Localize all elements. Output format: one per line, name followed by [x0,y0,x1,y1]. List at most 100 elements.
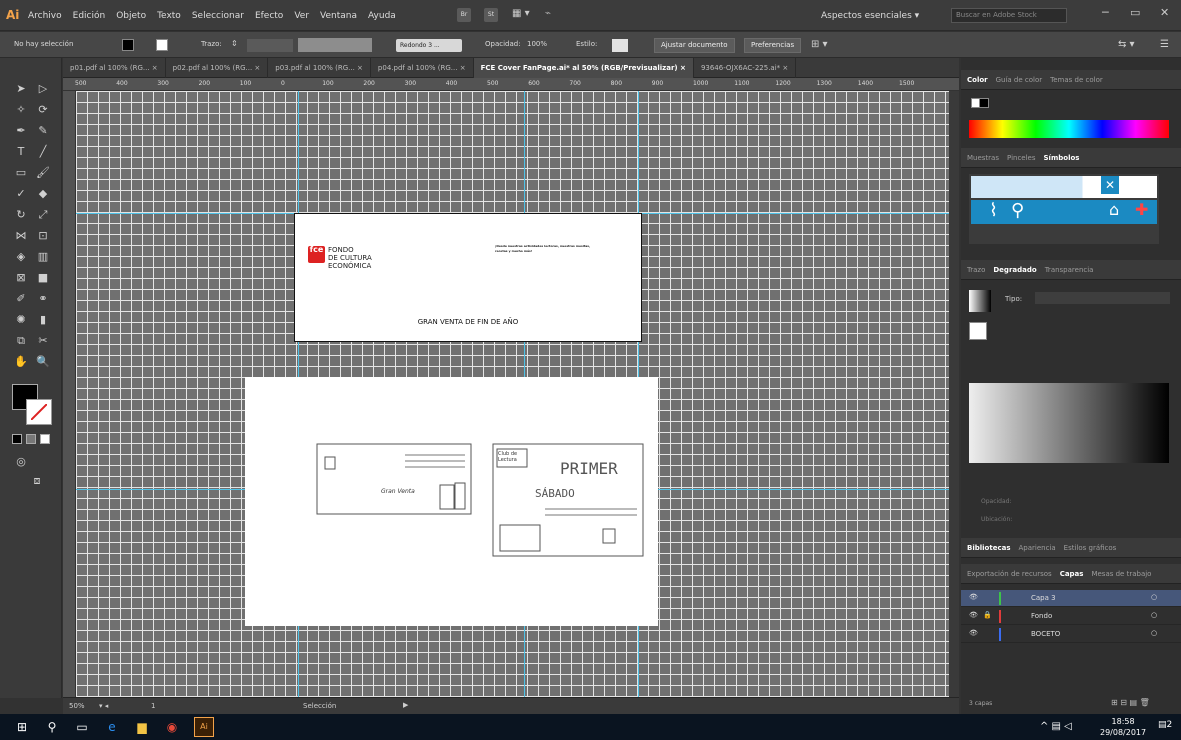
lasso-icon[interactable]: ⟳ [36,103,50,117]
screen-mode-icon[interactable]: ⧈ [30,474,44,488]
search-icon[interactable]: ⚲ [44,719,60,735]
tab-p02[interactable]: p02.pdf al 100% (RG... × [166,58,269,78]
stroke-swatch[interactable] [156,39,168,51]
system-tray-icons[interactable]: ^ ▤ ◁ [1040,721,1072,732]
action-center-icon[interactable]: ▤2 [1158,720,1172,730]
menu-ventana[interactable]: Ventana [320,11,357,21]
layer-name[interactable]: Capa 3 [1031,594,1056,602]
task-view-icon[interactable]: ▭ [74,719,90,735]
curvature-tool-icon[interactable]: ✎ [36,124,50,138]
symbol-sprayer-icon[interactable]: ✺ [14,313,28,327]
hand-tool-icon[interactable]: ✋ [14,355,28,369]
menu-ver[interactable]: Ver [294,11,309,21]
stroke-color-box[interactable] [26,399,52,425]
direct-selection-tool-icon[interactable]: ▷ [36,82,50,96]
tab-93646[interactable]: 93646-OJX6AC-225.ai* × [694,58,797,78]
perspective-grid-icon[interactable]: ▥ [36,250,50,264]
fill-swatch[interactable] [122,39,134,51]
artboard-cover[interactable]: fce FONDO DE CULTURA ECONÓMICA ¡Desde nu… [294,213,642,342]
tab-gradient[interactable]: Degradado [993,266,1036,274]
menu-edicion[interactable]: Edición [73,11,106,21]
type-tool-icon[interactable]: T [14,145,28,159]
panel-menu-icon[interactable]: ☰ [1160,39,1169,50]
width-tool-icon[interactable]: ⋈ [14,229,28,243]
align-icon[interactable]: ⊞ ▾ [811,39,828,50]
gradient-mode-icon[interactable] [26,434,36,444]
bridge-button[interactable]: Br [457,8,471,22]
gradient-tool-icon[interactable]: ■ [36,271,50,285]
tab-artboards[interactable]: Mesas de trabajo [1091,570,1151,578]
tab-brushes[interactable]: Pinceles [1007,154,1036,162]
layer-actions-icon[interactable]: ⊞ ⊟ ▤ 🗑 [1111,698,1150,707]
tab-appearance[interactable]: Apariencia [1019,544,1056,552]
zoom-dropdown-icon[interactable]: ▾ ◂ [99,702,108,710]
blend-tool-icon[interactable]: ⚭ [36,292,50,306]
document-setup-button[interactable]: Ajustar documento [654,38,735,53]
vertical-scrollbar[interactable] [949,91,959,697]
tab-stroke[interactable]: Trazo [967,266,985,274]
color-spectrum[interactable] [969,120,1169,138]
tab-transparency[interactable]: Transparencia [1045,266,1094,274]
target-icon[interactable]: ○ [1151,611,1157,619]
gradient-slider[interactable] [969,383,1169,463]
variable-width-profile[interactable] [298,38,372,52]
stock-button[interactable]: St [484,8,498,22]
gradient-stroke-icon[interactable] [969,322,987,340]
menu-texto[interactable]: Texto [157,11,181,21]
scale-tool-icon[interactable]: ⤢ [36,208,50,222]
chrome-icon[interactable]: ◉ [164,719,180,735]
shaper-tool-icon[interactable]: ✓ [14,187,28,201]
status-arrow-icon[interactable]: ▶ [403,701,408,709]
layer-name[interactable]: Fondo [1031,612,1052,620]
brush-select[interactable]: Redondo 3 ... [396,39,462,52]
none-mode-icon[interactable] [40,434,50,444]
menu-efecto[interactable]: Efecto [255,11,283,21]
line-tool-icon[interactable]: ╱ [36,145,50,159]
symbols-grid[interactable]: ✕ ⌇ ⚲ ⌂ ✚ [969,174,1159,244]
color-stroke-icon[interactable] [979,98,989,108]
artboard-tool-icon[interactable]: ⧉ [14,334,28,348]
close-icon[interactable]: ✕ [1160,6,1169,19]
menu-seleccionar[interactable]: Seleccionar [192,11,244,21]
opacity-value[interactable]: 100% [527,40,547,48]
tab-p03[interactable]: p03.pdf al 100% (RG... × [268,58,371,78]
windows-start-icon[interactable]: ⊞ [14,719,30,735]
layer-row-fondo[interactable]: 👁 🔒 Fondo ○ [961,608,1181,625]
search-symbol-icon[interactable]: ⚲ [1011,200,1024,221]
menu-archivo[interactable]: Archivo [28,11,62,21]
draw-mode-icon[interactable]: ◎ [14,455,28,469]
tab-graphic-styles[interactable]: Estilos gráficos [1064,544,1117,552]
mesh-tool-icon[interactable]: ⊠ [14,271,28,285]
gradient-preview[interactable] [969,290,991,312]
tab-p04[interactable]: p04.pdf al 100% (RG... × [371,58,474,78]
pen-tool-icon[interactable]: ✒ [14,124,28,138]
stroke-weight-field[interactable] [247,39,293,52]
rectangle-tool-icon[interactable]: ▭ [14,166,28,180]
visibility-eye-icon[interactable]: 👁 [969,611,978,619]
visibility-eye-icon[interactable]: 👁 [969,593,978,601]
gradient-type-select[interactable] [1035,292,1170,304]
lock-icon[interactable]: 🔒 [983,611,992,619]
close-symbol-icon[interactable]: ✕ [1101,176,1119,194]
target-icon[interactable]: ○ [1151,629,1157,637]
horizontal-ruler[interactable]: 500 400 300 200 100 0 100 200 300 400 500 600 700 800… [63,78,959,91]
rotate-tool-icon[interactable]: ↻ [14,208,28,222]
stroke-stepper[interactable]: ⇕ [231,39,241,51]
layer-row-boceto[interactable]: 👁 BOCETO ○ [961,626,1181,643]
color-mode-icon[interactable] [12,434,22,444]
workspace-switcher[interactable]: Aspectos esenciales ▾ [821,11,919,21]
style-swatch[interactable] [612,39,628,52]
layer-row-capa3[interactable]: 👁 Capa 3 ○ [961,590,1181,607]
free-transform-icon[interactable]: ⊡ [36,229,50,243]
add-user-symbol-icon[interactable]: ✚ [1135,200,1148,219]
canvas[interactable]: fce FONDO DE CULTURA ECONÓMICA ¡Desde nu… [76,91,959,697]
slice-tool-icon[interactable]: ✂ [36,334,50,348]
zoom-level[interactable]: 50% [69,702,85,710]
vertical-ruler[interactable] [63,91,76,697]
maximize-icon[interactable]: ▭ [1130,6,1140,19]
tab-layers[interactable]: Capas [1060,570,1084,578]
arrange-icon[interactable]: ⇆ ▾ [1118,39,1135,50]
tab-libraries[interactable]: Bibliotecas [967,544,1011,552]
preferences-button[interactable]: Preferencias [744,38,802,53]
artboard-number[interactable]: 1 [151,702,155,710]
